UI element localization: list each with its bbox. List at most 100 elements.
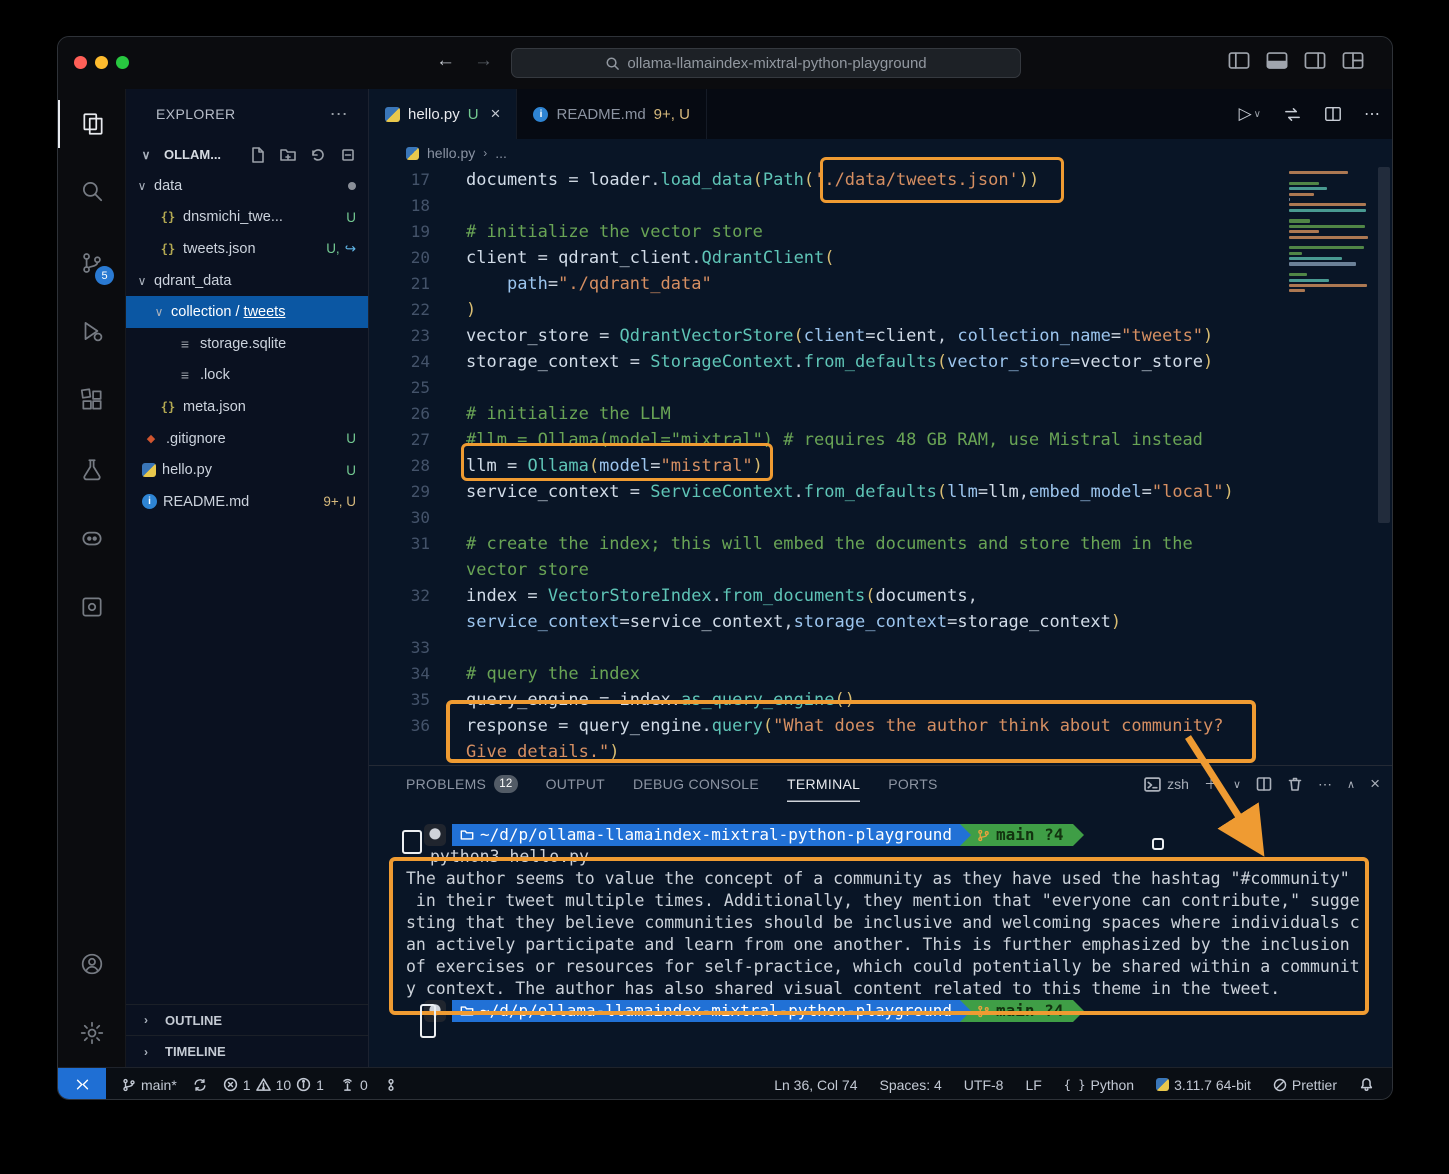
breadcrumb-more: ... — [495, 145, 507, 161]
cursor-position[interactable]: Ln 36, Col 74 — [774, 1077, 857, 1093]
tab-label: README.md — [556, 106, 645, 123]
toggle-secondary-sidebar-icon[interactable] — [1304, 52, 1326, 69]
toggle-sidebar-icon[interactable] — [1228, 52, 1250, 69]
tree-item-dnsmichi-twe[interactable]: {}dnsmichi_twe...U — [126, 202, 368, 234]
tree-item-lock[interactable]: ≡.lock — [126, 360, 368, 392]
remote-tools-icon[interactable] — [58, 583, 126, 631]
refresh-icon[interactable] — [310, 147, 326, 163]
editor-scrollbar[interactable] — [1378, 167, 1390, 523]
panel-tab-output[interactable]: OUTPUT — [546, 766, 605, 802]
new-folder-icon[interactable] — [280, 147, 296, 163]
settings-gear-icon[interactable] — [58, 1009, 126, 1057]
panel-tab-ports[interactable]: PORTS — [888, 766, 937, 802]
close-tab-icon[interactable]: × — [491, 104, 501, 124]
collapse-all-icon[interactable] — [340, 147, 356, 163]
panel-tab-problems[interactable]: PROBLEMS12 — [406, 766, 518, 802]
terminal-prompt-line: ~/d/p/ollama-llamaindex-mixtral-python-p… — [424, 1000, 1393, 1022]
tree-item-label: .gitignore — [166, 431, 226, 447]
line-number — [369, 557, 430, 583]
close-window-button[interactable] — [74, 56, 87, 69]
outline-section[interactable]: › OUTLINE — [126, 1004, 368, 1036]
project-section-header[interactable]: ∨ OLLAM... — [126, 139, 368, 170]
tab-hello-py[interactable]: hello.py U × — [369, 89, 517, 139]
explorer-icon[interactable] — [58, 100, 126, 148]
minimap-line — [1289, 176, 1373, 179]
code-line: 20client = qdrant_client.QdrantClient( — [369, 245, 1393, 271]
minimize-window-button[interactable] — [95, 56, 108, 69]
python-interpreter[interactable]: 3.11.7 64-bit — [1156, 1077, 1251, 1093]
run-file-button[interactable]: ▷∨ — [1239, 104, 1261, 124]
timeline-section[interactable]: › TIMELINE — [126, 1035, 368, 1067]
tree-item-storage-sqlite[interactable]: ≡storage.sqlite — [126, 328, 368, 360]
line-number: 26 — [369, 401, 430, 427]
split-editor-icon[interactable] — [1324, 105, 1342, 123]
encoding[interactable]: UTF-8 — [964, 1077, 1004, 1093]
terminal-dropdown-icon[interactable]: ∨ — [1233, 778, 1241, 791]
git-branch-icon — [977, 1005, 990, 1018]
line-number: 35 — [369, 687, 430, 713]
warning-icon — [256, 1077, 271, 1092]
remote-indicator[interactable] — [58, 1068, 106, 1100]
breadcrumb[interactable]: hello.py › ... — [369, 139, 1393, 167]
source-control-icon[interactable]: 5 — [58, 239, 126, 287]
problems-status[interactable]: 1 10 1 — [223, 1077, 324, 1093]
code-line: 29service_context = ServiceContext.from_… — [369, 479, 1393, 505]
panel-tab-terminal[interactable]: TERMINAL — [787, 766, 860, 802]
line-number: 25 — [369, 375, 430, 401]
formatter-status[interactable]: Prettier — [1273, 1077, 1337, 1093]
tree-item-qdrant-data[interactable]: ∨qdrant_data — [126, 265, 368, 297]
git-branch-icon — [122, 1078, 136, 1092]
tree-item-hello-py[interactable]: hello.pyU — [126, 454, 368, 486]
code-line: 24storage_context = StorageContext.from_… — [369, 349, 1393, 375]
chevron-right-icon: › — [138, 1013, 154, 1027]
tree-item-meta-json[interactable]: {}meta.json — [126, 391, 368, 423]
minimap-line — [1289, 257, 1342, 260]
notifications-bell-icon[interactable] — [1359, 1077, 1374, 1092]
shell-selector[interactable]: zsh — [1144, 776, 1189, 793]
close-panel-icon[interactable]: × — [1370, 774, 1380, 794]
forward-button[interactable]: → — [474, 50, 493, 72]
editor-code[interactable]: 17documents = loader.load_data(Path('./d… — [369, 167, 1393, 765]
tree-item-tweets-json[interactable]: {}tweets.jsonU,↪ — [126, 233, 368, 265]
explorer-more-icon[interactable]: ⋯ — [330, 104, 348, 125]
run-debug-icon[interactable] — [58, 307, 126, 355]
back-button[interactable]: ← — [436, 50, 455, 72]
indentation[interactable]: Spaces: 4 — [880, 1077, 942, 1093]
terminal[interactable]: ~/d/p/ollama-llamaindex-mixtral-python-p… — [369, 802, 1393, 1067]
sync-status[interactable] — [193, 1078, 207, 1092]
copilot-icon[interactable] — [58, 514, 126, 562]
tree-item-readme-md[interactable]: iREADME.md9+, U — [126, 486, 368, 518]
chevron-right-icon: › — [138, 1045, 154, 1059]
ports-status[interactable]: 0 — [340, 1077, 368, 1093]
panel-tab-debug-console[interactable]: DEBUG CONSOLE — [633, 766, 759, 802]
git-branch-status[interactable]: main* — [122, 1077, 177, 1093]
tab-readme-md[interactable]: i README.md 9+, U — [517, 89, 706, 139]
language-mode[interactable]: { } Python — [1064, 1077, 1134, 1093]
tree-item-gitignore[interactable]: ◆.gitignoreU — [126, 423, 368, 455]
code-line: 35query_engine = index.as_query_engine() — [369, 687, 1393, 713]
customize-layout-icon[interactable] — [1342, 52, 1364, 69]
toggle-panel-icon[interactable] — [1266, 52, 1288, 69]
search-view-icon[interactable] — [58, 167, 126, 215]
split-terminal-icon[interactable] — [1256, 776, 1272, 792]
testing-beaker-icon[interactable] — [58, 446, 126, 494]
tree-item-data[interactable]: ∨data — [126, 170, 368, 202]
minimap[interactable] — [1289, 171, 1373, 295]
tree-item-collection[interactable]: ∨collection / tweets — [126, 296, 368, 328]
new-terminal-icon[interactable]: ＋ — [1204, 774, 1218, 794]
open-changes-icon[interactable] — [1283, 105, 1302, 124]
code-line: service_context=service_context,storage_… — [369, 609, 1393, 635]
minimap-line — [1289, 209, 1366, 212]
new-file-icon[interactable] — [250, 147, 266, 163]
command-center-search[interactable]: ollama-llamaindex-mixtral-python-playgro… — [511, 48, 1021, 78]
zoom-window-button[interactable] — [116, 56, 129, 69]
editor-more-icon[interactable]: ⋯ — [1364, 104, 1380, 124]
kill-terminal-icon[interactable] — [1287, 776, 1303, 792]
panel-more-icon[interactable]: ⋯ — [1318, 776, 1332, 793]
tab-bar: hello.py U × i README.md 9+, U ▷∨ ⋯ — [369, 89, 1393, 139]
maximize-panel-icon[interactable]: ∧ — [1347, 778, 1355, 791]
eol[interactable]: LF — [1025, 1077, 1041, 1093]
accounts-icon[interactable] — [58, 940, 126, 988]
gitlens-status-icon[interactable] — [384, 1078, 398, 1092]
extensions-icon[interactable] — [58, 376, 126, 424]
